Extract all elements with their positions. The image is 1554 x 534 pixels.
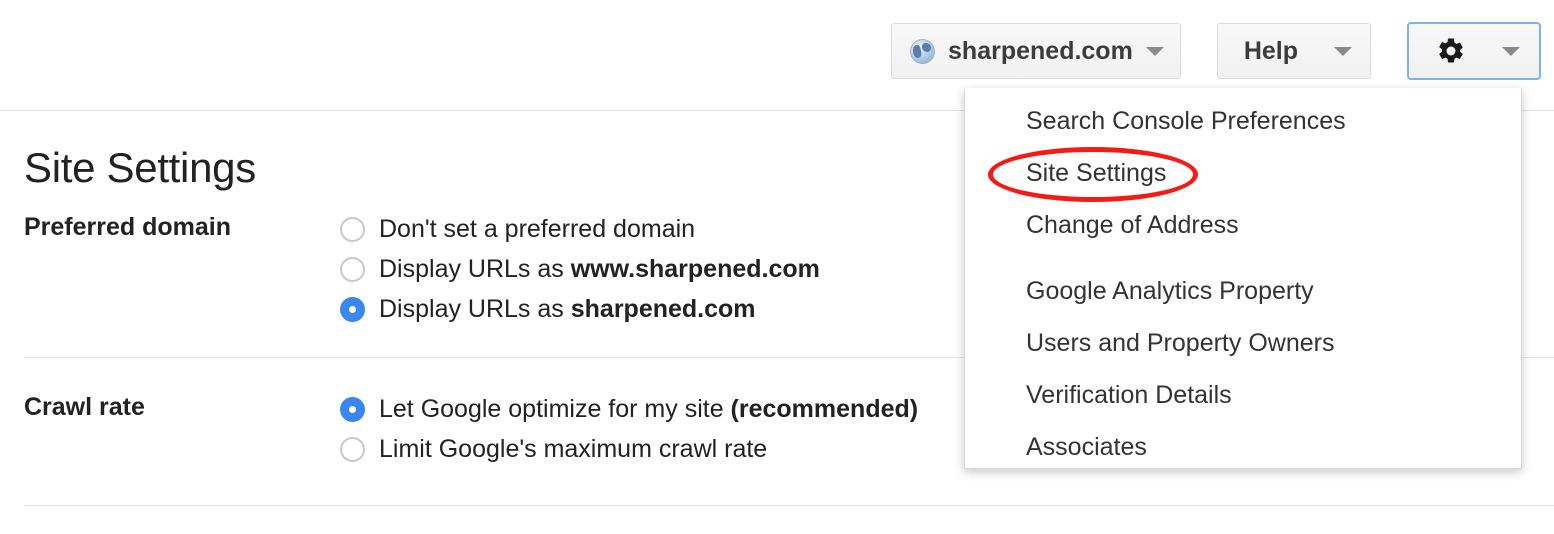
radio-option-display-urls-www[interactable]: Display URLs as www.sharpened.com (340, 251, 820, 287)
radio-indicator[interactable] (340, 256, 365, 282)
menu-item-associates[interactable]: Associates (965, 421, 1521, 473)
help-button[interactable]: Help (1216, 23, 1371, 79)
menu-item-verification-details[interactable]: Verification Details (965, 369, 1521, 421)
globe-icon (910, 38, 936, 64)
setting-label-preferred-domain: Preferred domain (24, 213, 232, 241)
menu-item-users-and-property-owners[interactable]: Users and Property Owners (965, 317, 1521, 369)
radio-indicator[interactable] (340, 436, 365, 462)
chevron-down-icon (1502, 46, 1520, 56)
help-label: Help (1243, 36, 1298, 65)
radio-option-limit-crawl-rate[interactable]: Limit Google's maximum crawl rate (340, 431, 918, 467)
radio-label: Let Google optimize for my site (recomme… (379, 394, 919, 423)
chevron-down-icon (1334, 46, 1352, 56)
menu-item-search-console-preferences[interactable]: Search Console Preferences (965, 95, 1521, 147)
radio-indicator[interactable] (340, 216, 365, 242)
menu-item-label: Change of Address (1026, 210, 1239, 239)
radio-indicator[interactable] (340, 396, 365, 422)
menu-item-label: Users and Property Owners (1026, 328, 1335, 357)
radio-label: Display URLs as www.sharpened.com (379, 254, 820, 283)
menu-item-google-analytics-property[interactable]: Google Analytics Property (965, 265, 1521, 317)
radio-group-preferred-domain: Don't set a preferred domain Display URL… (340, 211, 820, 327)
chevron-down-icon (1145, 46, 1164, 56)
menu-item-label: Site Settings (1026, 158, 1167, 187)
radio-label: Don't set a preferred domain (379, 214, 696, 243)
section-divider (24, 505, 1554, 506)
menu-item-site-settings[interactable]: Site Settings (965, 147, 1521, 199)
top-bar-actions: sharpened.com Help (891, 22, 1541, 80)
menu-item-change-of-address[interactable]: Change of Address (965, 199, 1521, 251)
site-selector-button[interactable]: sharpened.com (891, 23, 1181, 79)
menu-item-label: Search Console Preferences (1026, 106, 1346, 135)
setting-label-crawl-rate: Crawl rate (24, 393, 145, 421)
radio-option-dont-set-preferred-domain[interactable]: Don't set a preferred domain (340, 211, 820, 247)
radio-indicator[interactable] (340, 296, 365, 322)
radio-option-display-urls-bare[interactable]: Display URLs as sharpened.com (340, 291, 820, 327)
settings-dropdown-menu: Search Console Preferences Site Settings… (964, 88, 1522, 469)
page-title: Site Settings (24, 144, 256, 191)
radio-group-crawl-rate: Let Google optimize for my site (recomme… (340, 391, 918, 467)
menu-item-label: Verification Details (1026, 380, 1232, 409)
radio-option-let-google-optimize[interactable]: Let Google optimize for my site (recomme… (340, 391, 918, 427)
settings-gear-button[interactable] (1407, 22, 1541, 80)
gear-icon (1436, 36, 1466, 66)
site-settings-page: sharpened.com Help Search Console Prefer… (0, 0, 1554, 534)
menu-item-label: Google Analytics Property (1026, 276, 1314, 305)
radio-label: Display URLs as sharpened.com (379, 294, 756, 323)
radio-label: Limit Google's maximum crawl rate (379, 434, 768, 463)
site-selector-label: sharpened.com (948, 36, 1133, 65)
menu-item-label: Associates (1026, 432, 1147, 461)
